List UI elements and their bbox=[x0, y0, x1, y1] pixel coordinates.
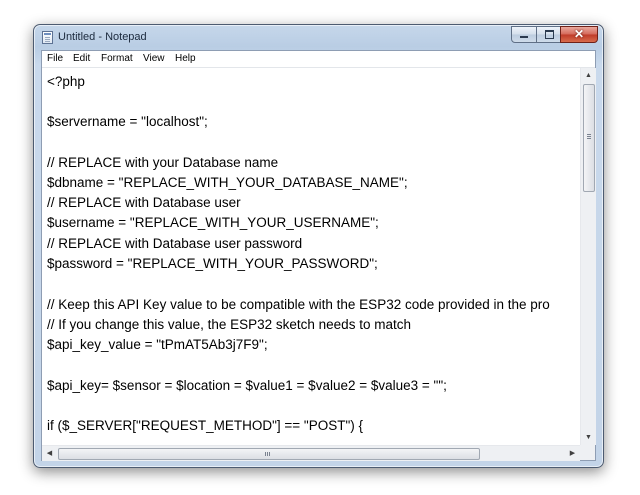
client-area: File Edit Format View Help <?php $server… bbox=[41, 50, 596, 461]
title-bar[interactable]: Untitled - Notepad ✕ bbox=[34, 25, 603, 47]
notepad-window: Untitled - Notepad ✕ File Edit Format Vi… bbox=[33, 24, 604, 468]
editor-line: $api_key_value = "tPmAT5Ab3j7F9"; bbox=[47, 337, 268, 352]
grip-line bbox=[587, 134, 591, 135]
menu-file[interactable]: File bbox=[47, 53, 63, 64]
menu-format[interactable]: Format bbox=[101, 53, 133, 64]
grip-line bbox=[267, 452, 268, 456]
editor-line: <?php bbox=[47, 74, 85, 89]
scroll-right-icon[interactable]: ▶ bbox=[565, 446, 580, 461]
minimize-button[interactable] bbox=[511, 26, 537, 43]
vertical-scroll-thumb[interactable] bbox=[583, 84, 595, 192]
editor-line: // REPLACE with Database user password bbox=[47, 236, 303, 251]
scroll-up-icon[interactable]: ▲ bbox=[581, 68, 596, 83]
grip-line bbox=[269, 452, 270, 456]
menu-edit[interactable]: Edit bbox=[73, 53, 90, 64]
editor-line: // REPLACE with your Database name bbox=[47, 155, 279, 170]
editor-line: $username = "REPLACE_WITH_YOUR_USERNAME"… bbox=[47, 215, 379, 230]
scroll-down-icon[interactable]: ▼ bbox=[581, 430, 596, 445]
editor-line: // REPLACE with Database user bbox=[47, 195, 241, 210]
close-button[interactable]: ✕ bbox=[560, 26, 598, 43]
horizontal-scroll-thumb[interactable] bbox=[58, 448, 480, 460]
window-title: Untitled - Notepad bbox=[58, 31, 147, 43]
vertical-scrollbar[interactable]: ▲ ▼ bbox=[580, 68, 596, 445]
minimize-icon bbox=[520, 36, 528, 38]
menu-view[interactable]: View bbox=[143, 53, 165, 64]
editor-line: $api_key= $sensor = $location = $value1 … bbox=[47, 378, 447, 393]
maximize-icon bbox=[545, 30, 554, 39]
text-editor[interactable]: <?php $servername = "localhost"; // REPL… bbox=[42, 68, 580, 445]
editor-line: // Keep this API Key value to be compati… bbox=[47, 297, 550, 312]
grip-line bbox=[587, 136, 591, 137]
notepad-app-icon[interactable] bbox=[42, 31, 53, 44]
editor-line: // If you change this value, the ESP32 s… bbox=[47, 317, 411, 332]
menu-help[interactable]: Help bbox=[175, 53, 196, 64]
editor-line: if ($_SERVER["REQUEST_METHOD"] == "POST"… bbox=[47, 418, 363, 433]
horizontal-scrollbar[interactable]: ◀ ▶ bbox=[42, 445, 580, 461]
scroll-left-icon[interactable]: ◀ bbox=[42, 446, 57, 461]
editor-line: $password = "REPLACE_WITH_YOUR_PASSWORD"… bbox=[47, 256, 378, 271]
grip-line bbox=[265, 452, 266, 456]
menu-bar: File Edit Format View Help bbox=[42, 51, 595, 68]
editor-line: $dbname = "REPLACE_WITH_YOUR_DATABASE_NA… bbox=[47, 175, 408, 190]
editor-line: $servername = "localhost"; bbox=[47, 114, 208, 129]
maximize-button[interactable] bbox=[536, 26, 561, 43]
size-grip bbox=[580, 445, 595, 460]
close-icon: ✕ bbox=[573, 27, 585, 41]
grip-line bbox=[587, 138, 591, 139]
